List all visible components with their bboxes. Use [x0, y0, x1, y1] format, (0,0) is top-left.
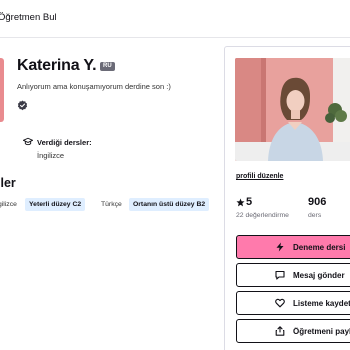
lessons-count-value: 906 — [308, 196, 327, 208]
verified-badge-icon — [17, 100, 28, 111]
spoken-language-name: gilizce — [0, 201, 17, 208]
tutor-tagline: Anlıyorum ama konuşamıyorum derdine son … — [17, 82, 171, 91]
send-message-label: Mesaj gönder — [293, 270, 345, 280]
lessons-count-label: ders — [308, 212, 322, 219]
share-icon — [275, 326, 285, 336]
send-message-button[interactable]: Mesaj gönder — [236, 263, 350, 287]
book-trial-lesson-button[interactable]: Deneme dersi — [236, 235, 350, 259]
country-badge: RU — [100, 62, 115, 71]
nav-find-tutor-link[interactable]: Öğretmen Bul — [0, 12, 57, 23]
edit-profile-link[interactable]: profili düzenle — [236, 173, 283, 180]
languages-section-title: ller — [0, 176, 16, 190]
heart-icon — [275, 298, 285, 308]
intro-video-thumbnail[interactable] — [235, 58, 350, 161]
reviews-count-label: 22 değerlendirme — [236, 212, 289, 219]
save-to-list-button[interactable]: Listeme kaydet — [236, 291, 350, 315]
teaches-value: İngilizce — [37, 151, 65, 160]
book-trial-lesson-label: Deneme dersi — [293, 242, 346, 252]
graduation-cap-icon — [23, 137, 33, 146]
spoken-language-name: Türkçe — [101, 201, 122, 208]
tutor-avatar[interactable] — [0, 58, 4, 122]
chat-bubble-icon — [275, 270, 285, 280]
rating-value: 5 — [246, 196, 253, 208]
tutor-name: Katerina Y. — [17, 57, 97, 74]
teaches-title: Verdiği dersler: — [37, 138, 92, 147]
language-level-badge: Yeterli düzey C2 — [25, 198, 86, 211]
top-navigation-bar: Öğretmen Bul — [0, 0, 350, 38]
language-level-badge: Ortanın üstü düzey B2 — [129, 198, 210, 211]
star-icon — [236, 198, 245, 207]
share-tutor-label: Öğretmeni paylaş — [293, 326, 350, 336]
video-frame-image — [235, 58, 350, 161]
save-to-list-label: Listeme kaydet — [293, 298, 350, 308]
lightning-icon — [276, 242, 284, 252]
share-tutor-button[interactable]: Öğretmeni paylaş — [236, 319, 350, 343]
